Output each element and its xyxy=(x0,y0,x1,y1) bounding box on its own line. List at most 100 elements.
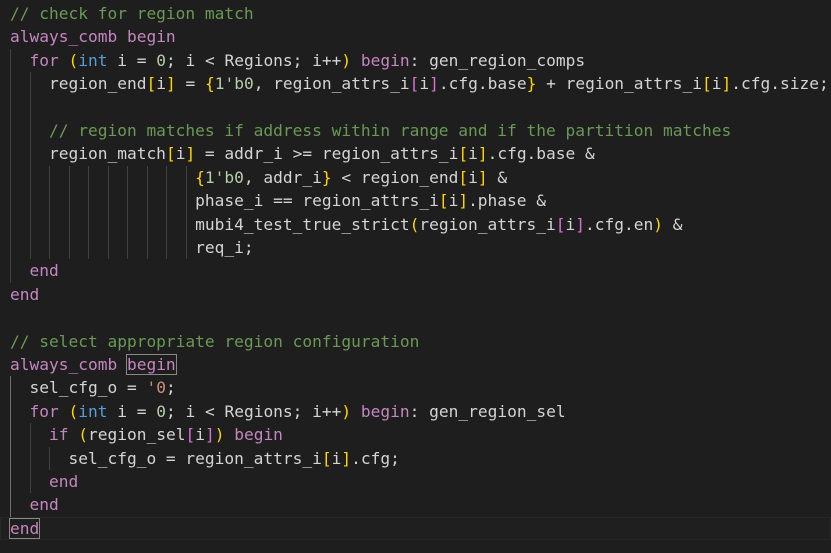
code-line[interactable]: // select appropriate region configurati… xyxy=(0,330,831,353)
code-token: [ xyxy=(555,214,566,234)
code-token: i xyxy=(448,191,459,211)
code-line[interactable]: for (int i = 0; i < Regions; i++) begin:… xyxy=(0,400,831,423)
code-line[interactable]: // region matches if address within rang… xyxy=(0,119,831,142)
code-token: [ xyxy=(702,74,712,94)
code-token: always_comb xyxy=(10,27,118,47)
code-token: [ xyxy=(146,74,157,94)
code-token: end xyxy=(29,495,59,515)
code-token: ] xyxy=(477,167,488,187)
code-token: ( xyxy=(68,401,79,421)
code-token: ( xyxy=(78,425,88,445)
code-token: [ xyxy=(185,425,196,445)
code-token: [ xyxy=(321,448,332,468)
code-line[interactable] xyxy=(0,306,831,329)
code-token: always_comb xyxy=(10,355,118,374)
code-line[interactable]: end xyxy=(0,493,831,516)
code-line[interactable]: {1'b0, addr_i} < region_end[i] & xyxy=(0,166,831,189)
code-line[interactable]: region_end[i] = {1'b0, region_attrs_i[i]… xyxy=(0,72,831,95)
code-token: .cfg.base xyxy=(438,74,527,94)
code-token: : gen_region_sel xyxy=(409,401,566,421)
code-token: [ xyxy=(458,167,469,187)
code-token: ] xyxy=(204,425,215,445)
code-token: sel_cfg_o = xyxy=(10,378,147,398)
code-token: end xyxy=(10,284,40,304)
code-token: region_match xyxy=(10,144,166,164)
code-token: & xyxy=(663,214,683,234)
code-token: ] xyxy=(341,448,352,468)
code-line[interactable]: sel_cfg_o = '0; xyxy=(0,376,831,399)
code-token: '0 xyxy=(146,378,166,398)
code-token: phase_i == region_attrs_i xyxy=(10,191,439,211)
code-token: // check for region match xyxy=(10,4,254,23)
code-token: [ xyxy=(458,144,469,164)
code-token: ( xyxy=(68,50,79,70)
code-token: ] xyxy=(721,74,732,94)
code-token: i xyxy=(711,74,722,94)
code-token: begin xyxy=(125,354,177,375)
code-token: if xyxy=(48,425,69,445)
code-token: ) xyxy=(341,50,352,70)
code-line[interactable]: // check for region match xyxy=(0,2,831,25)
code-line[interactable]: req_i; xyxy=(0,236,831,259)
code-line[interactable]: phase_i == region_attrs_i[i].phase & xyxy=(0,189,831,212)
code-token: ; i < Regions; i++ xyxy=(165,401,342,421)
code-token: ; i < Regions; i++ xyxy=(165,50,342,70)
code-line[interactable]: always_comb begin xyxy=(0,25,831,48)
code-token: i xyxy=(331,448,342,468)
code-token: 0 xyxy=(156,50,166,70)
code-line[interactable]: end xyxy=(0,470,831,493)
code-line[interactable]: if (region_sel[i]) begin xyxy=(0,423,831,446)
code-token: req_i; xyxy=(10,238,254,257)
code-line[interactable]: for (int i = 0; i < Regions; i++) begin:… xyxy=(0,49,831,72)
code-token: int xyxy=(78,401,108,421)
code-token: { xyxy=(204,74,215,94)
code-token: begin xyxy=(360,401,410,421)
code-token: : gen_region_comps xyxy=(409,50,586,70)
code-token: end xyxy=(8,517,41,539)
code-token: [ xyxy=(165,144,176,164)
code-token: .cfg.en xyxy=(585,214,654,234)
code-token: [ xyxy=(438,191,449,211)
code-token: ] xyxy=(458,191,469,211)
code-token: for xyxy=(29,50,59,70)
code-token: [ xyxy=(409,74,420,94)
code-token: i xyxy=(156,74,166,94)
code-token: begin xyxy=(360,50,410,70)
code-line[interactable]: end xyxy=(0,516,831,541)
code-line[interactable]: mubi4_test_true_strict(region_attrs_i[i]… xyxy=(0,213,831,236)
code-line[interactable]: region_match[i] = addr_i >= region_attrs… xyxy=(0,142,831,165)
code-token: int xyxy=(78,50,108,70)
code-token: // select appropriate region configurati… xyxy=(10,331,420,351)
code-token: 1'b0 xyxy=(204,167,244,187)
code-line[interactable]: end xyxy=(0,259,831,282)
code-token: i xyxy=(419,74,430,94)
code-token: } xyxy=(526,74,537,94)
code-token: begin xyxy=(126,27,176,47)
code-line[interactable]: always_comb begin xyxy=(0,353,831,376)
code-line[interactable]: sel_cfg_o = region_attrs_i[i].cfg; xyxy=(0,447,831,470)
code-token: 1'b0 xyxy=(214,74,254,94)
code-editor[interactable]: // check for region match always_comb beg… xyxy=(0,0,831,553)
code-token: & xyxy=(487,167,508,187)
code-token: // region matches if address within rang… xyxy=(48,121,732,140)
code-line[interactable] xyxy=(0,96,831,119)
code-line[interactable]: end xyxy=(0,283,831,306)
code-token: ) xyxy=(341,401,352,421)
code-token: for xyxy=(29,401,59,421)
code-token: ] xyxy=(477,144,488,164)
code-token: i xyxy=(468,167,478,187)
code-token: i xyxy=(468,144,478,164)
